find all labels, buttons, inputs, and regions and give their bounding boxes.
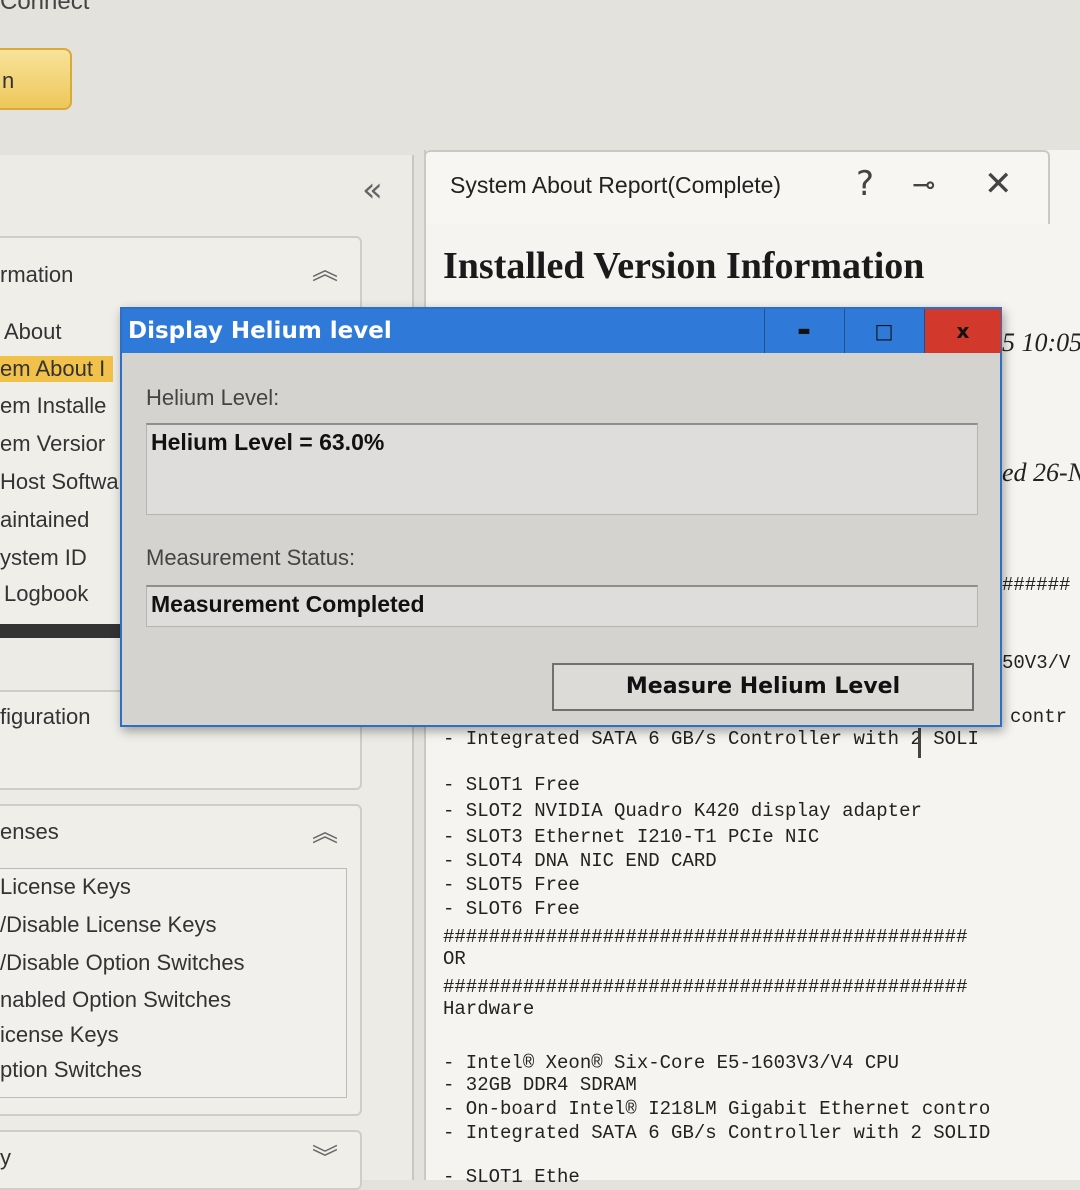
helium-level-value: Helium Level = 63.0% bbox=[151, 429, 385, 455]
measurement-status-value: Measurement Completed bbox=[151, 591, 425, 617]
close-icon[interactable]: ✕ bbox=[984, 164, 1013, 204]
app-title: Connect bbox=[0, 0, 90, 15]
info-group-title[interactable]: rmation bbox=[0, 262, 73, 288]
sidebar-item-maintained[interactable]: aintained bbox=[0, 507, 89, 533]
licenses-group-title[interactable]: enses bbox=[0, 819, 59, 845]
top-button[interactable]: n bbox=[0, 48, 72, 110]
report-time-fragment: 5 10:05 bbox=[1002, 328, 1080, 357]
measure-helium-button[interactable]: Measure Helium Level bbox=[552, 663, 974, 711]
report-tab-title: System About Report(Complete) bbox=[450, 172, 782, 198]
bottom-group bbox=[0, 1130, 362, 1190]
helium-level-field: Helium Level = 63.0% bbox=[146, 423, 978, 515]
helium-level-label: Helium Level: bbox=[146, 385, 280, 410]
pin-icon[interactable]: ⊸ bbox=[912, 168, 935, 201]
sidebar-item-logbook[interactable]: Logbook bbox=[4, 581, 88, 607]
report-line: - SLOT5 Free bbox=[443, 874, 580, 896]
dialog-title: Display Helium level bbox=[128, 318, 392, 344]
report-line: OR bbox=[443, 948, 466, 970]
report-line: ########################################… bbox=[443, 926, 968, 948]
maximize-button[interactable]: □ bbox=[844, 309, 923, 353]
sidebar-divider bbox=[0, 624, 122, 638]
report-sata-line: - Integrated SATA 6 GB/s Controller with… bbox=[443, 728, 979, 750]
report-line: - On-board Intel® I218LM Gigabit Etherne… bbox=[443, 1098, 991, 1120]
sidebar-item-system-version[interactable]: em Versior bbox=[0, 431, 105, 457]
sidebar-item-disable-license-keys[interactable]: /Disable License Keys bbox=[0, 912, 216, 938]
help-icon[interactable]: ? bbox=[856, 164, 874, 204]
report-hash-fragment: ###### bbox=[1002, 574, 1071, 596]
report-contr-fragment: contr bbox=[1010, 706, 1068, 728]
sidebar-item-system-about[interactable]: em About I bbox=[0, 356, 114, 382]
report-date-fragment: ed 26-N bbox=[1002, 458, 1080, 487]
report-line: - 32GB DDR4 SDRAM bbox=[443, 1074, 637, 1096]
sidebar-item-disable-option-switches[interactable]: /Disable Option Switches bbox=[0, 950, 245, 976]
sidebar-item-license-keys-2[interactable]: icense Keys bbox=[0, 1022, 119, 1048]
report-tab[interactable]: System About Report(Complete) ? ⊸ ✕ bbox=[424, 150, 1050, 224]
report-line: - SLOT3 Ethernet I210-T1 PCIe NIC bbox=[443, 826, 820, 848]
close-button[interactable]: x bbox=[924, 309, 1001, 353]
sidebar-item-option-switches[interactable]: ption Switches bbox=[0, 1057, 142, 1083]
text-cursor bbox=[918, 728, 921, 758]
report-line: - SLOT4 DNA NIC END CARD bbox=[443, 850, 717, 872]
helium-dialog: Display Helium level ▬ □ x Helium Level:… bbox=[120, 307, 1002, 727]
dialog-titlebar[interactable]: Display Helium level ▬ □ x bbox=[122, 309, 1001, 353]
report-cpu-fragment: 50V3/V bbox=[1002, 652, 1071, 674]
report-line: - SLOT6 Free bbox=[443, 898, 580, 920]
collapse-panel-icon[interactable]: « bbox=[362, 170, 383, 210]
report-line: - SLOT1 Free bbox=[443, 774, 580, 796]
report-line: ########################################… bbox=[443, 976, 968, 998]
report-line: Hardware bbox=[443, 998, 535, 1020]
sidebar-item-about[interactable]: About bbox=[4, 319, 62, 345]
sidebar-item-system-installed[interactable]: em Installe bbox=[0, 393, 106, 419]
minimize-button[interactable]: ▬ bbox=[764, 309, 843, 353]
sidebar-item-license-keys[interactable]: License Keys bbox=[0, 874, 131, 900]
sidebar-item-enabled-option-switches[interactable]: nabled Option Switches bbox=[0, 987, 231, 1013]
measurement-status-field: Measurement Completed bbox=[146, 585, 978, 627]
sidebar-item-system-id[interactable]: ystem ID bbox=[0, 545, 87, 571]
bottom-group-title[interactable]: y bbox=[0, 1145, 11, 1171]
report-line: - Integrated SATA 6 GB/s Controller with… bbox=[443, 1122, 991, 1144]
report-heading: Installed Version Information bbox=[443, 245, 925, 287]
config-group-title[interactable]: figuration bbox=[0, 704, 91, 730]
report-line: - SLOT2 NVIDIA Quadro K420 display adapt… bbox=[443, 800, 922, 822]
measurement-status-label: Measurement Status: bbox=[146, 545, 356, 570]
report-line: - Intel® Xeon® Six-Core E5-1603V3/V4 CPU bbox=[443, 1052, 900, 1074]
report-line: - SLOT1 Ethe bbox=[443, 1166, 580, 1188]
sidebar-item-host-software[interactable]: Host Softwa bbox=[0, 469, 119, 495]
